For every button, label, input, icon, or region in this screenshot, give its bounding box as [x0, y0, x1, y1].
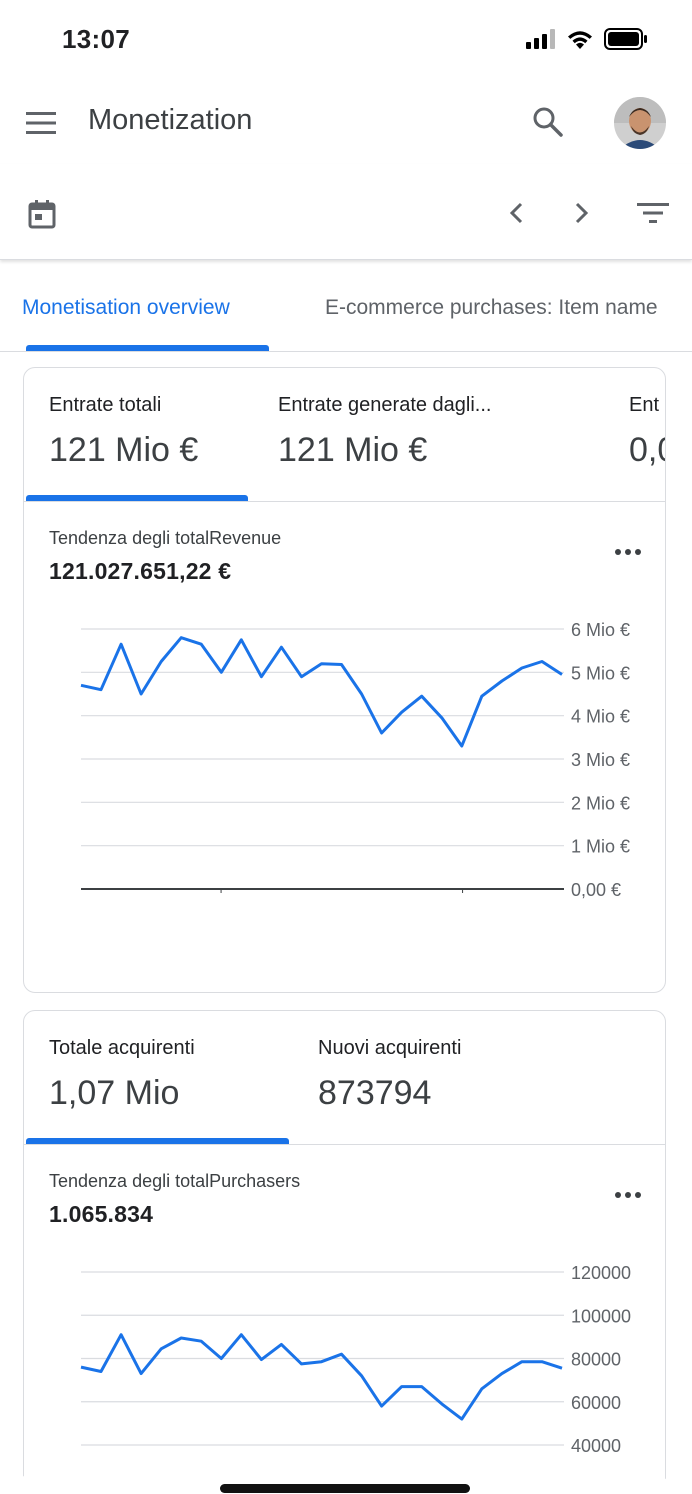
- metric-revenue-generated[interactable]: Entrate generate dagli... 121 Mio €: [278, 394, 491, 470]
- y-tick-label: 4 Mio €: [571, 707, 630, 727]
- y-tick-label: 0,00 €: [571, 880, 621, 900]
- y-tick-label: 120000: [571, 1263, 631, 1283]
- page-title: Monetization: [88, 104, 253, 136]
- menu-icon[interactable]: [22, 104, 60, 142]
- chart-total: 1.065.834: [49, 1201, 154, 1227]
- chevron-right-icon[interactable]: [564, 196, 598, 230]
- y-tick-label: 3 Mio €: [571, 750, 630, 770]
- chevron-left-icon[interactable]: [500, 196, 534, 230]
- chart-title: Tendenza degli totalPurchasers: [49, 1171, 301, 1191]
- metric-third-partial[interactable]: Ent 0,0: [629, 394, 665, 470]
- phone-screen: 13:07 Monetization Monetisation overview…: [0, 0, 692, 1494]
- y-tick-label: 40000: [571, 1436, 621, 1456]
- active-tab-indicator: [26, 345, 269, 351]
- chart-title: Tendenza degli totalRevenue: [49, 528, 282, 548]
- metric-label: Ent: [629, 394, 660, 416]
- y-tick-label: 2 Mio €: [571, 793, 630, 813]
- wifi-icon: [568, 31, 592, 49]
- series-line: [80, 1333, 563, 1421]
- divider: [24, 501, 665, 502]
- tab-ecommerce-purchases[interactable]: E-commerce purchases: Item name: [325, 296, 658, 320]
- tab-monetisation-overview[interactable]: Monetisation overview: [22, 296, 230, 320]
- status-bar: 13:07: [0, 0, 692, 80]
- metric-value: 121 Mio €: [278, 431, 428, 469]
- more-options-icon[interactable]: [612, 544, 644, 560]
- metric-label: Totale acquirenti: [49, 1037, 195, 1059]
- revenue-card: Entrate totali 121 Mio € Entrate generat…: [23, 367, 666, 993]
- y-tick-label: 6 Mio €: [571, 620, 630, 640]
- metric-label: Entrate generate dagli...: [278, 394, 492, 416]
- signal-icon: [526, 29, 555, 49]
- y-tick-label: 80000: [571, 1350, 621, 1370]
- metric-value: 1,07 Mio: [49, 1074, 180, 1112]
- more-options-icon[interactable]: [612, 1187, 644, 1203]
- divider: [24, 1144, 665, 1145]
- home-indicator: [220, 1484, 470, 1493]
- y-tick-label: 1 Mio €: [571, 837, 630, 857]
- series-line: [80, 636, 563, 748]
- chart-total: 121.027.651,22 €: [49, 558, 232, 584]
- avatar[interactable]: [614, 97, 666, 149]
- purchasers-line-chart: 40000 60000 80000 100000 120000: [80, 1263, 631, 1456]
- battery-icon: [604, 28, 647, 50]
- metric-label: Nuovi acquirenti: [318, 1037, 462, 1059]
- metric-value: 121 Mio €: [49, 431, 199, 469]
- status-icons: [526, 28, 648, 50]
- metric-value: 0,0: [629, 431, 665, 469]
- metric-new-purchasers[interactable]: Nuovi acquirenti 873794: [318, 1037, 461, 1113]
- filter-icon[interactable]: [634, 196, 672, 230]
- purchasers-card: Totale acquirenti 1,07 Mio Nuovi acquire…: [23, 1010, 666, 1494]
- report-tabs: Monetisation overview E-commerce purchas…: [0, 266, 692, 352]
- y-tick-label: 60000: [571, 1393, 621, 1413]
- search-icon[interactable]: [530, 104, 566, 140]
- status-time: 13:07: [62, 24, 130, 54]
- metric-total-purchasers[interactable]: Totale acquirenti 1,07 Mio: [49, 1037, 195, 1113]
- y-tick-label: 5 Mio €: [571, 663, 630, 683]
- date-toolbar: [0, 164, 692, 260]
- revenue-line-chart: 0,00 € 1 Mio € 2 Mio € 3 Mio € 4 Mio € 5 Mio …: [80, 620, 630, 900]
- calendar-icon[interactable]: [26, 198, 58, 230]
- app-bar: Monetization: [0, 80, 692, 164]
- metric-label: Entrate totali: [49, 394, 162, 416]
- metric-total-revenue[interactable]: Entrate totali 121 Mio €: [49, 394, 198, 470]
- avatar-image: [614, 97, 666, 149]
- y-tick-label: 100000: [571, 1306, 631, 1326]
- metric-value: 873794: [318, 1074, 432, 1112]
